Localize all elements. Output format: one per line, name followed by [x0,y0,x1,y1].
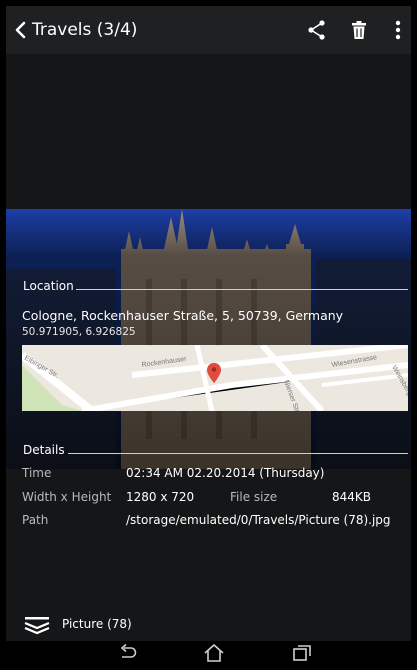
photo-image[interactable] [6,209,411,469]
back-arrow-icon[interactable] [10,18,32,42]
nav-home-icon[interactable] [202,643,226,663]
path-label: Path [22,513,49,527]
cathedral-photo [6,209,411,469]
time-label: Time [22,466,52,480]
overflow-menu-icon[interactable] [391,18,405,42]
picture-name: Picture (78) [62,617,132,631]
path-value: /storage/emulated/0/Travels/Picture (78)… [126,513,391,527]
details-divider [68,453,408,454]
dimensions-value: 1280 x 720 [126,490,195,504]
nav-back-icon[interactable] [116,643,140,663]
details-heading: Details [23,443,65,457]
filesize-value: 844KB [332,490,372,504]
location-address: Cologne, Rockenhauser Straße, 5, 50739, … [22,308,344,323]
filesize-label: File size [230,490,278,504]
gallery-detail-screen: Travels (3/4) Location Cologne, Rockenha… [6,6,411,666]
nav-recent-apps-icon[interactable] [290,643,314,663]
layers-icon[interactable] [24,615,50,635]
album-title[interactable]: Travels (3/4) [32,18,137,42]
trash-icon[interactable] [347,18,371,42]
system-navigation-bar [6,641,411,666]
picture-info-bar[interactable]: Picture (78) [6,609,411,641]
location-coordinates: 50.971905, 6.926825 [22,326,136,338]
dimensions-label: Width x Height [22,490,112,504]
action-bar: Travels (3/4) [6,6,411,54]
location-heading: Location [23,279,74,293]
location-divider [76,289,408,290]
map-view: Elbinger Str. Rockenhauser Wiesenstrasse… [22,345,408,411]
time-value: 02:34 AM 02.20.2014 (Thursday) [126,466,325,480]
location-map[interactable]: Elbinger Str. Rockenhauser Wiesenstrasse… [22,345,408,411]
share-icon[interactable] [305,18,329,42]
